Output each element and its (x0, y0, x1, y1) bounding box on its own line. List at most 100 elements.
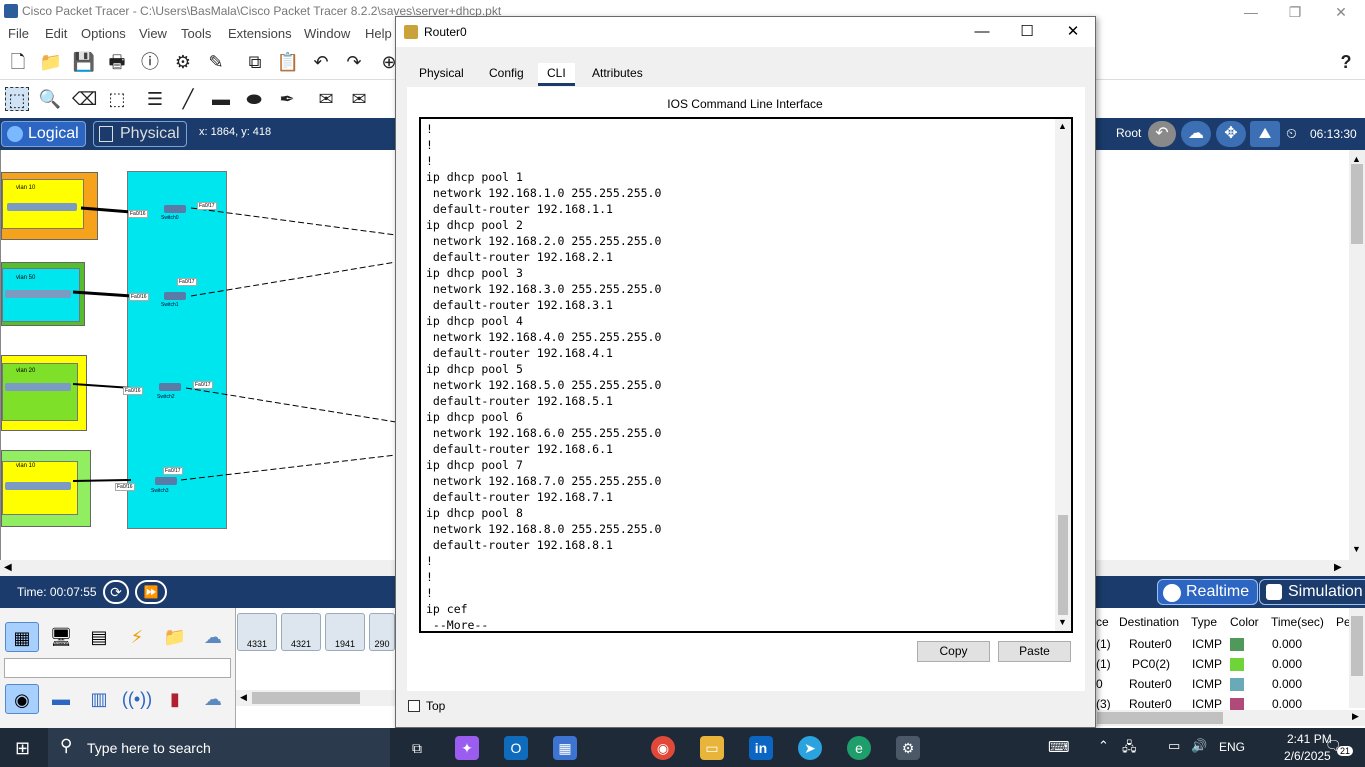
router-model-4331[interactable]: 4331 (237, 613, 277, 651)
menu-file[interactable]: File (8, 26, 29, 41)
taskbar-search[interactable]: ⚲ Type here to search (48, 728, 390, 767)
minimize-icon[interactable]: — (1228, 2, 1274, 22)
dialog-minimize-icon[interactable]: — (959, 17, 1005, 47)
new-file-icon[interactable]: 🗋 (6, 50, 30, 74)
physical-tab[interactable]: Physical (93, 121, 187, 147)
paste-button[interactable]: Paste (998, 641, 1071, 662)
power-cycle-icon[interactable]: ⟳ (103, 580, 129, 604)
close-icon[interactable]: ✕ (1318, 2, 1364, 22)
inspect-icon[interactable]: 🔍 (38, 87, 62, 111)
delete-icon[interactable]: ⌫ (72, 87, 97, 111)
volume-icon[interactable]: 🔊 (1191, 738, 1207, 754)
pdu-row[interactable]: (1) Router0 ICMP 0.000 (1095, 634, 1349, 654)
dialog-maximize-icon[interactable]: ☐ (1004, 17, 1050, 47)
copilot-icon[interactable]: ✦ (455, 736, 479, 760)
keyboard-icon[interactable]: ⌨ (1048, 738, 1070, 756)
open-folder-icon[interactable]: 📁 (39, 50, 63, 74)
menu-help[interactable]: Help (365, 26, 392, 41)
dialog-close-icon[interactable]: ✕ (1050, 17, 1096, 47)
connections-icon[interactable]: ⚡ (120, 622, 154, 652)
model-hscroll[interactable]: ◀ (236, 690, 395, 706)
linkedin-icon[interactable]: in (749, 736, 773, 760)
tray-chevron-icon[interactable]: ⌃ (1098, 738, 1109, 754)
note-icon[interactable]: ☰ (143, 87, 167, 111)
tab-attributes[interactable]: Attributes (583, 63, 652, 83)
scroll-thumb[interactable] (1097, 712, 1223, 724)
paste-icon[interactable]: 📋 (276, 50, 300, 74)
device-search-field[interactable] (4, 658, 231, 678)
menu-window[interactable]: Window (304, 26, 350, 41)
network-wizard-icon[interactable]: ⚙ (171, 50, 195, 74)
resize-icon[interactable]: ⬚ (105, 87, 129, 111)
chrome-icon[interactable]: ◉ (651, 736, 675, 760)
wireless-icon[interactable]: ((•)) (120, 684, 154, 714)
windows-start-icon[interactable]: ⊞ (15, 738, 30, 759)
back-icon[interactable]: ↶ (1148, 121, 1176, 147)
restore-icon[interactable]: ❐ (1272, 2, 1318, 22)
switch2[interactable] (159, 383, 181, 391)
redo-icon[interactable]: ↷ (342, 50, 366, 74)
switches-icon[interactable]: ▬ (44, 684, 78, 714)
scroll-thumb[interactable] (1351, 164, 1363, 244)
scroll-down-icon[interactable]: ▼ (1352, 544, 1361, 554)
battery-icon[interactable]: ▭ (1168, 738, 1180, 754)
scroll-thumb[interactable] (1351, 616, 1363, 676)
packet-tracer-taskbar-icon[interactable]: ⚙ (896, 736, 920, 760)
menu-tools[interactable]: Tools (181, 26, 211, 41)
edge-icon[interactable]: e (847, 736, 871, 760)
freeform-icon[interactable]: ✒ (275, 87, 299, 111)
network-icon[interactable]: 🖧 (1122, 738, 1137, 760)
taskbar-date[interactable]: 2/6/2025 (1284, 749, 1331, 763)
routers-icon[interactable]: ◉ (5, 684, 39, 714)
ellipse-icon[interactable]: ⬬ (242, 87, 266, 111)
simple-pdu-icon[interactable]: ✉ (314, 87, 338, 111)
info-icon[interactable]: ⓘ (138, 50, 162, 74)
move-viewport-icon[interactable]: ✥ (1216, 121, 1246, 147)
switch1[interactable] (164, 292, 186, 300)
select-icon[interactable]: ⬚ (5, 87, 29, 111)
menu-options[interactable]: Options (81, 26, 126, 41)
task-view-icon[interactable]: ⧉ (405, 736, 429, 760)
background-image-icon[interactable]: ⛰ (1250, 121, 1280, 147)
end-devices-icon[interactable]: 🖥 (44, 622, 78, 652)
help-icon[interactable]: ? (1334, 50, 1358, 74)
multiuser-icon[interactable]: ☁ (196, 622, 230, 652)
pdu-row[interactable]: (1) PC0(2) ICMP 0.000 (1095, 654, 1349, 674)
pdu-row[interactable]: 0 Router0 ICMP 0.000 (1095, 674, 1349, 694)
scroll-right-icon[interactable]: ▶ (1334, 562, 1342, 573)
router-model-2901[interactable]: 290 (369, 613, 395, 651)
scroll-thumb[interactable] (1058, 515, 1068, 615)
router-model-1941[interactable]: 1941 (325, 613, 365, 651)
misc-icon[interactable]: 📁 (158, 622, 192, 652)
logical-tab[interactable]: Logical (1, 121, 86, 147)
pdu-hscroll[interactable]: ▶ (1095, 710, 1365, 726)
menu-view[interactable]: View (139, 26, 167, 41)
network-devices-icon[interactable]: ▦ (5, 622, 39, 652)
scroll-left-icon[interactable]: ◀ (4, 562, 12, 573)
save-icon[interactable]: 💾 (72, 50, 96, 74)
fast-forward-icon[interactable]: ⏩ (135, 580, 167, 604)
scroll-down-icon[interactable]: ▼ (1058, 617, 1067, 627)
security-icon[interactable]: ▮ (158, 684, 192, 714)
copy-icon[interactable]: ⧉ (243, 50, 267, 74)
store-icon[interactable]: ▦ (553, 736, 577, 760)
terminal-vscroll[interactable]: ▲ ▼ (1055, 119, 1071, 631)
telegram-icon[interactable]: ➤ (798, 736, 822, 760)
file-explorer-icon[interactable]: ▭ (700, 736, 724, 760)
switch3[interactable] (155, 477, 177, 485)
tab-config[interactable]: Config (480, 63, 533, 83)
menu-extensions[interactable]: Extensions (228, 26, 292, 41)
scroll-right-icon[interactable]: ▶ (1352, 711, 1359, 722)
scroll-left-icon[interactable]: ◀ (240, 692, 247, 703)
complex-pdu-icon[interactable]: ✉ (347, 87, 371, 111)
rectangle-icon[interactable]: ▬ (209, 87, 233, 111)
checkbox-box[interactable] (408, 700, 420, 712)
print-icon[interactable]: 🖶 (105, 50, 129, 74)
switch0[interactable] (164, 205, 186, 213)
router-model-4321[interactable]: 4321 (281, 613, 321, 651)
menu-edit[interactable]: Edit (45, 26, 67, 41)
undo-icon[interactable]: ↶ (309, 50, 333, 74)
scroll-up-icon[interactable]: ▲ (1058, 121, 1067, 131)
scroll-thumb[interactable] (252, 692, 360, 704)
outlook-icon[interactable]: O (504, 736, 528, 760)
